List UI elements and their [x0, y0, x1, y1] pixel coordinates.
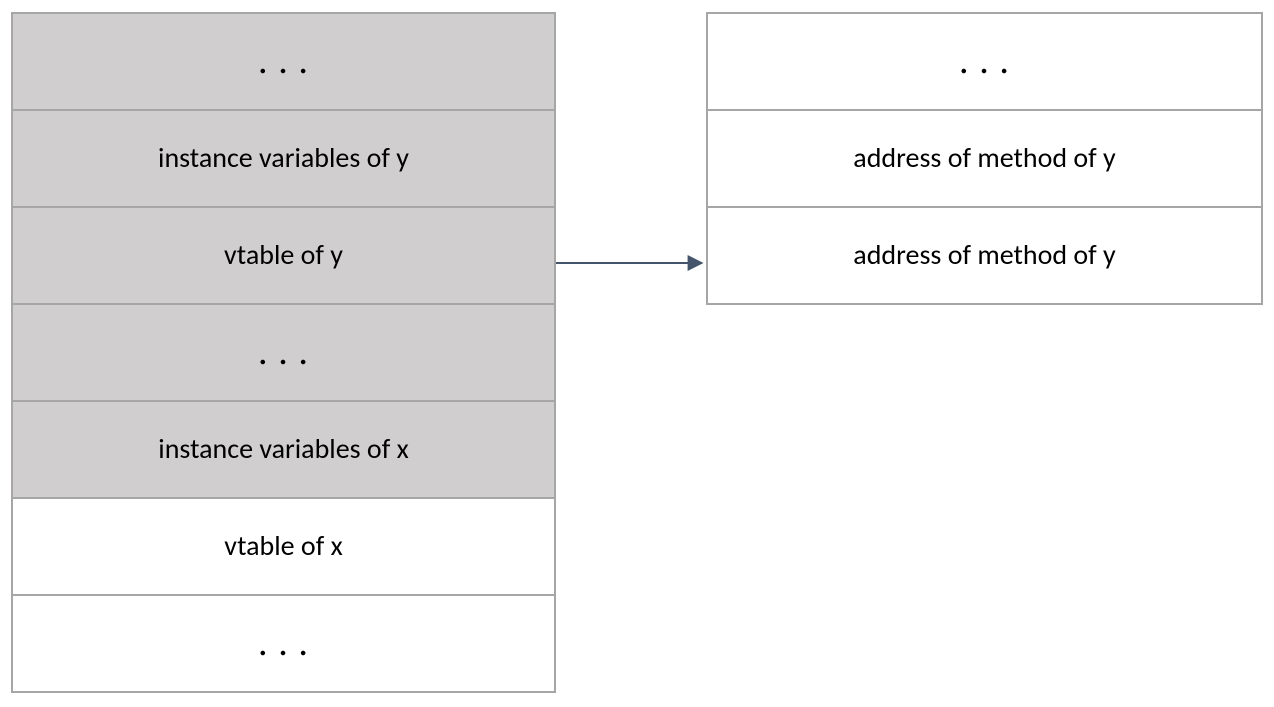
memory-row-ellipsis: . . .: [12, 13, 555, 110]
memory-row-instance-vars-x: instance variables of x: [12, 401, 555, 498]
object-memory-table: . . . instance variables of y vtable of …: [11, 12, 556, 693]
vtable-row-method-address: address of method of y: [707, 207, 1262, 304]
memory-row-vtable-y: vtable of y: [12, 207, 555, 304]
pointer-arrow: [556, 253, 706, 273]
memory-row-instance-vars-y: instance variables of y: [12, 110, 555, 207]
memory-row-ellipsis: . . .: [12, 304, 555, 401]
vtable-row-method-address: address of method of y: [707, 110, 1262, 207]
vtable-row-ellipsis: . . .: [707, 13, 1262, 110]
vtable-y-table: . . . address of method of y address of …: [706, 12, 1263, 305]
memory-row-ellipsis: . . .: [12, 595, 555, 692]
memory-row-vtable-x: vtable of x: [12, 498, 555, 595]
